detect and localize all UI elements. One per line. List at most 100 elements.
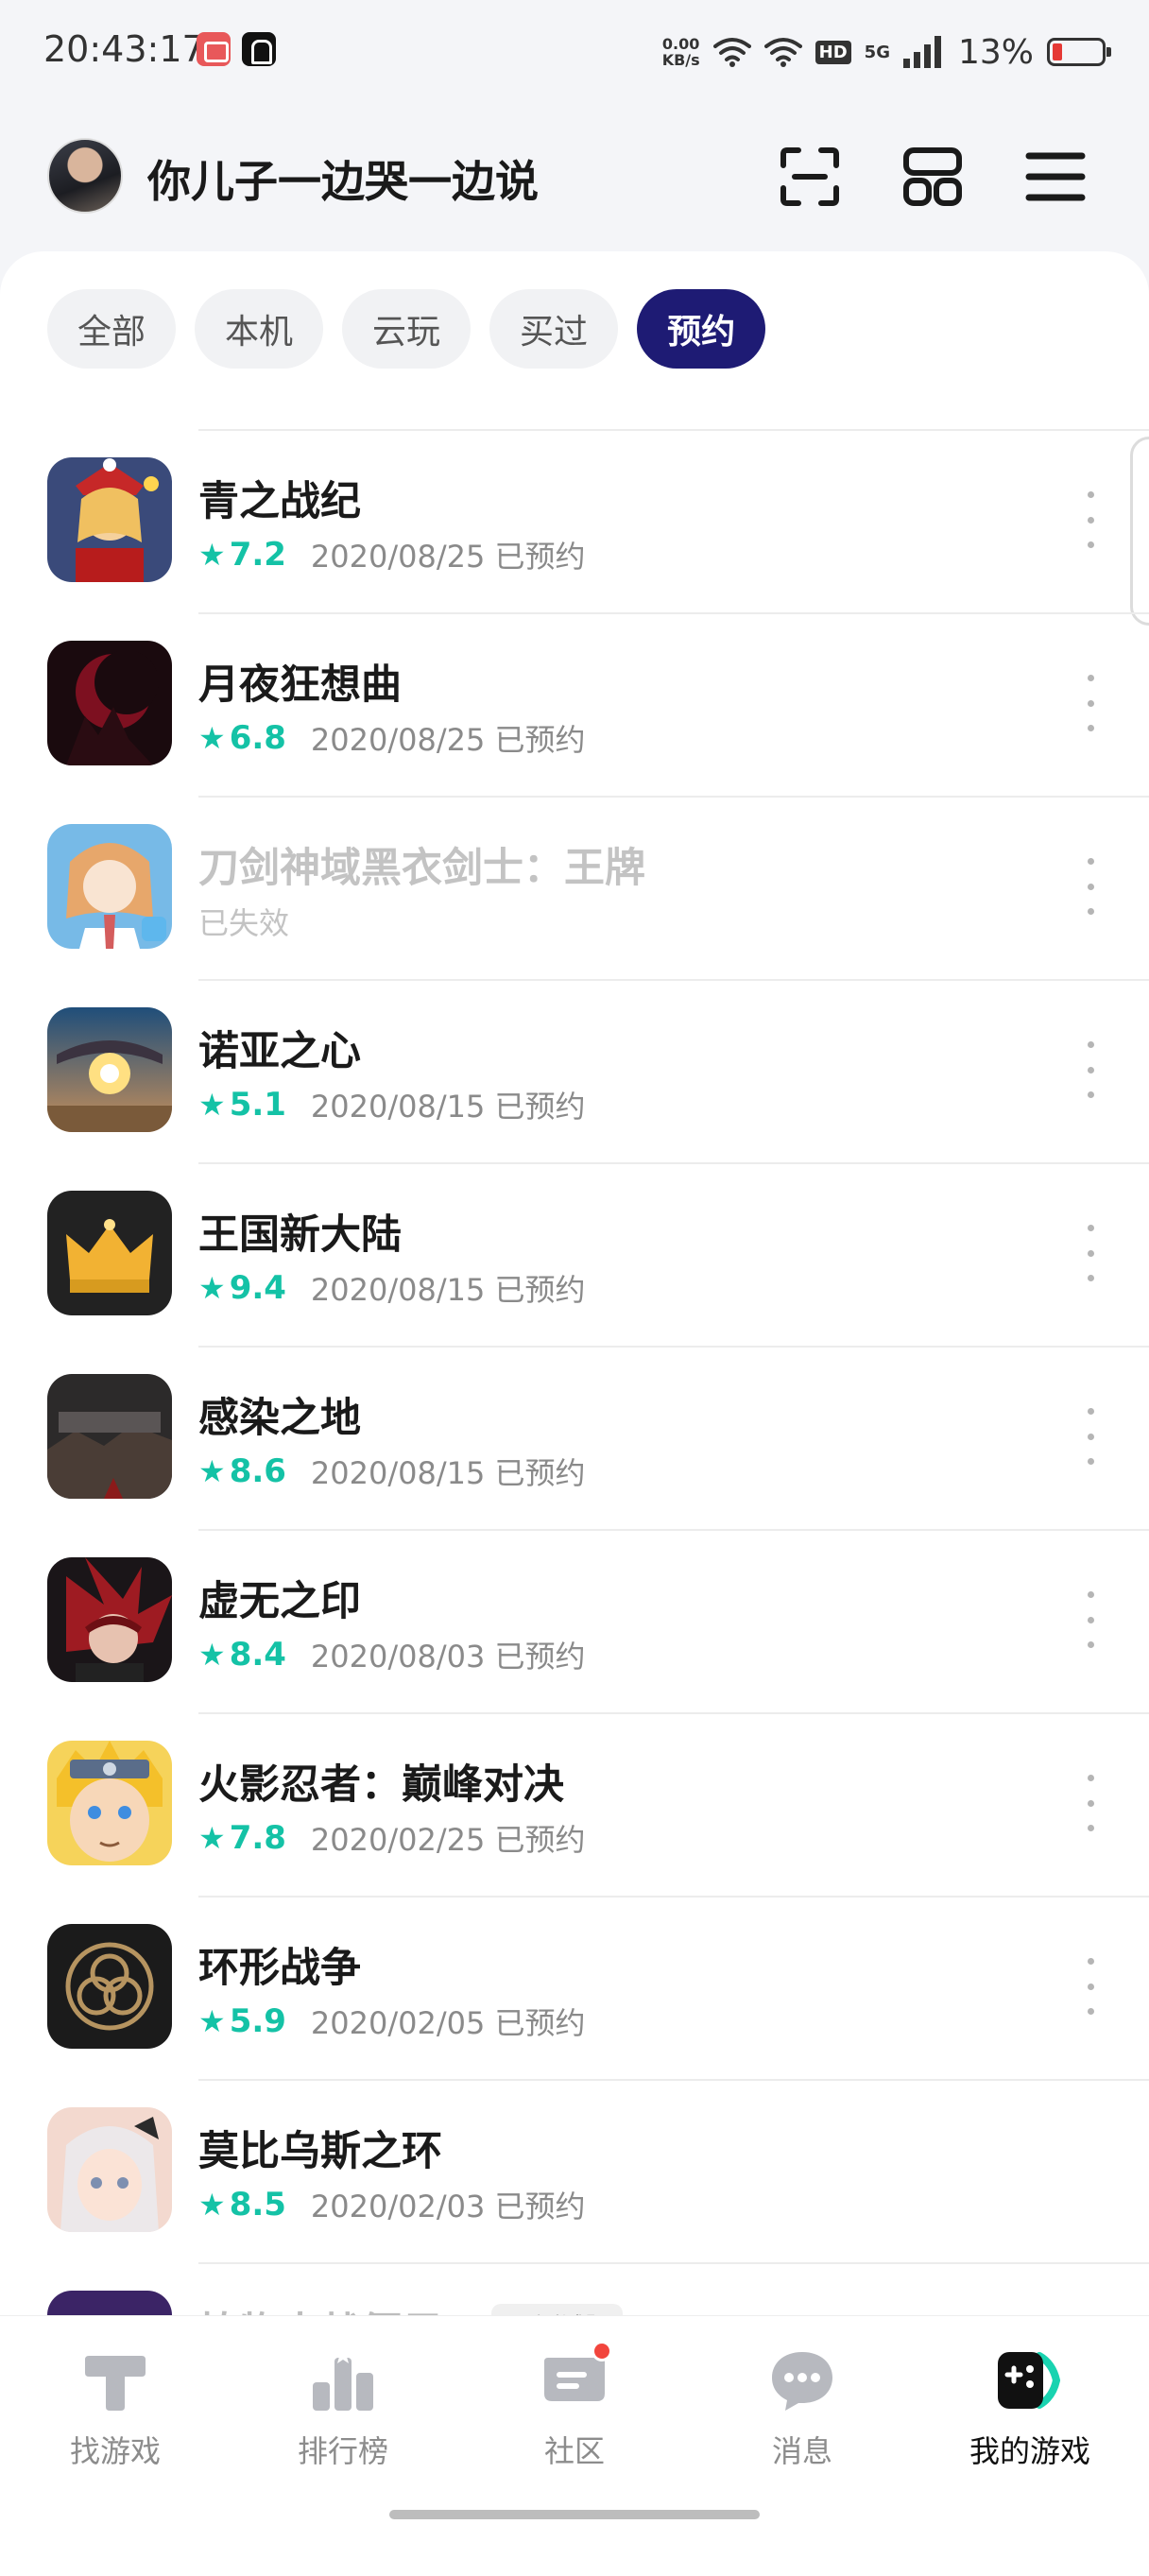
game-meta: ★ 6.8 2020/08/25 已预约: [198, 716, 586, 760]
game-score: 8.5: [229, 2186, 286, 2224]
star-icon: ★: [198, 1637, 226, 1673]
filter-tab-all[interactable]: 全部: [47, 289, 177, 369]
reservation-date: 2020/08/25 已预约: [310, 539, 586, 575]
nav-messages[interactable]: 消息: [727, 2344, 878, 2477]
game-list: 青之战纪 ★ 7.2 2020/08/25 已预约 月夜狂想曲 ★ 6.8 20…: [0, 429, 1149, 2338]
screen-record-icon: [197, 32, 231, 66]
nav-community[interactable]: 社区: [499, 2341, 650, 2477]
filter-tab-reserved[interactable]: 预约: [637, 289, 766, 369]
game-score: 9.4: [229, 1269, 286, 1307]
menu-icon: [1025, 152, 1086, 201]
filter-tab-local[interactable]: 本机: [195, 289, 324, 369]
star-icon: ★: [198, 1270, 226, 1306]
game-row[interactable]: 莫比乌斯之环 ★ 8.5 2020/02/03 已预约: [0, 2079, 1149, 2262]
status-indicators: 0.00 KB/s HD 5G 13%: [662, 28, 1111, 76]
net-speed: 0.00 KB/s: [662, 36, 700, 68]
nav-label: 消息: [771, 2433, 832, 2469]
game-row[interactable]: 诺亚之心 ★ 5.1 2020/08/15 已预约: [0, 979, 1149, 1162]
game-name: 感染之地: [198, 1395, 361, 1442]
game-meta: ★ 8.5 2020/02/03 已预约: [198, 2183, 586, 2226]
nav-find-games[interactable]: 找游戏: [40, 2344, 191, 2477]
reservation-date: 2020/02/25 已预约: [310, 1822, 586, 1858]
game-name: 青之战纪: [198, 478, 361, 525]
star-icon: ★: [198, 1087, 226, 1123]
more-options-icon[interactable]: [1085, 675, 1096, 731]
cell-signal-icon: [902, 36, 941, 68]
more-options-icon[interactable]: [1085, 1408, 1096, 1465]
more-options-icon[interactable]: [1085, 1041, 1096, 1098]
game-name: 莫比乌斯之环: [198, 2128, 442, 2175]
more-options-icon[interactable]: [1085, 1591, 1096, 1648]
game-score: 8.4: [229, 1636, 286, 1674]
hd-badge: HD: [815, 40, 851, 64]
game-row[interactable]: 月夜狂想曲 ★ 6.8 2020/08/25 已预约: [0, 612, 1149, 796]
scan-icon: [780, 147, 839, 206]
game-row[interactable]: 火影忍者：巅峰对决 ★ 7.8 2020/02/25 已预约: [0, 1712, 1149, 1896]
more-options-icon[interactable]: [1085, 491, 1096, 548]
game-row[interactable]: 环形战争 ★ 5.9 2020/02/05 已预约: [0, 1896, 1149, 2079]
star-icon: ★: [198, 1820, 226, 1856]
battery-percent: 13%: [957, 32, 1034, 72]
game-name: 月夜狂想曲: [198, 661, 402, 709]
bottom-nav: 找游戏 排行榜 社区 消息 我的游戏: [0, 2315, 1149, 2540]
game-name: 虚无之印: [198, 1578, 361, 1625]
more-options-icon[interactable]: [1085, 1958, 1096, 2015]
wifi-secondary-icon: [763, 38, 802, 67]
nav-my-games[interactable]: 我的游戏: [954, 2344, 1106, 2477]
game-row[interactable]: 感染之地 ★ 8.6 2020/08/15 已预约: [0, 1346, 1149, 1529]
community-icon: [539, 2341, 612, 2416]
ranking-icon: [307, 2344, 379, 2416]
nav-rankings[interactable]: 排行榜: [267, 2344, 419, 2477]
my-games-icon: [994, 2344, 1066, 2416]
star-icon: ★: [198, 1453, 226, 1489]
game-row[interactable]: 刀剑神域黑衣剑士：王牌 已失效: [0, 796, 1149, 979]
game-score: 8.6: [229, 1452, 286, 1490]
game-icon: [47, 2107, 172, 2232]
more-options-icon[interactable]: [1085, 858, 1096, 915]
network-type: 5G: [864, 42, 890, 62]
game-name: 王国新大陆: [198, 1211, 402, 1259]
game-meta: ★ 5.1 2020/08/15 已预约: [198, 1083, 586, 1126]
reservation-date: 2020/08/15 已预约: [310, 1089, 586, 1125]
game-meta: ★ 9.4 2020/08/15 已预约: [198, 1266, 586, 1310]
nav-label: 我的游戏: [969, 2433, 1090, 2469]
nav-label: 找游戏: [69, 2433, 161, 2469]
game-icon: [47, 1007, 172, 1132]
game-score: 7.2: [229, 536, 286, 574]
game-row[interactable]: 虚无之印 ★ 8.4 2020/08/03 已预约: [0, 1529, 1149, 1712]
reservation-date: 2020/02/03 已预约: [310, 2189, 586, 2224]
net-speed-unit: KB/s: [661, 51, 700, 69]
filter-tab-cloud[interactable]: 云玩: [342, 289, 472, 369]
profile-header: 你儿子一边哭一边说: [0, 123, 1149, 236]
star-icon: ★: [198, 2003, 226, 2039]
game-meta: ★ 7.8 2020/02/25 已预约: [198, 1816, 586, 1860]
game-icon: [47, 1741, 172, 1865]
filter-tabs: 全部 本机 云玩 买过 预约: [47, 289, 766, 369]
game-name: 环形战争: [198, 1945, 361, 1992]
menu-button[interactable]: [1022, 144, 1089, 210]
more-options-icon[interactable]: [1085, 1775, 1096, 1831]
filter-tab-purchased[interactable]: 买过: [489, 289, 619, 369]
home-indicator[interactable]: [389, 2510, 760, 2519]
nav-label: 排行榜: [297, 2433, 388, 2469]
net-speed-value: 0.00: [661, 35, 700, 53]
status-bar: 20:43:17 0.00 KB/s HD 5G 13%: [0, 0, 1149, 104]
battery-icon: [1047, 38, 1111, 66]
reservation-date: 2020/08/03 已预约: [310, 1639, 586, 1674]
grid-icon: [903, 147, 962, 206]
game-row[interactable]: 王国新大陆 ★ 9.4 2020/08/15 已预约: [0, 1162, 1149, 1346]
scan-button[interactable]: [777, 144, 843, 210]
game-row[interactable]: 青之战纪 ★ 7.2 2020/08/25 已预约: [0, 429, 1149, 612]
notification-dot: [592, 2341, 612, 2361]
app-notification-icon: [242, 32, 276, 66]
star-icon: ★: [198, 537, 226, 573]
grid-view-button[interactable]: [900, 144, 966, 210]
game-score: 6.8: [229, 719, 286, 757]
more-options-icon[interactable]: [1085, 1225, 1096, 1281]
find-games-icon: [79, 2344, 151, 2416]
game-name: 火影忍者：巅峰对决: [198, 1761, 564, 1809]
nav-label: 社区: [543, 2433, 605, 2469]
username[interactable]: 你儿子一边哭一边说: [147, 147, 539, 210]
star-icon: ★: [198, 2187, 226, 2223]
avatar[interactable]: [47, 138, 123, 214]
